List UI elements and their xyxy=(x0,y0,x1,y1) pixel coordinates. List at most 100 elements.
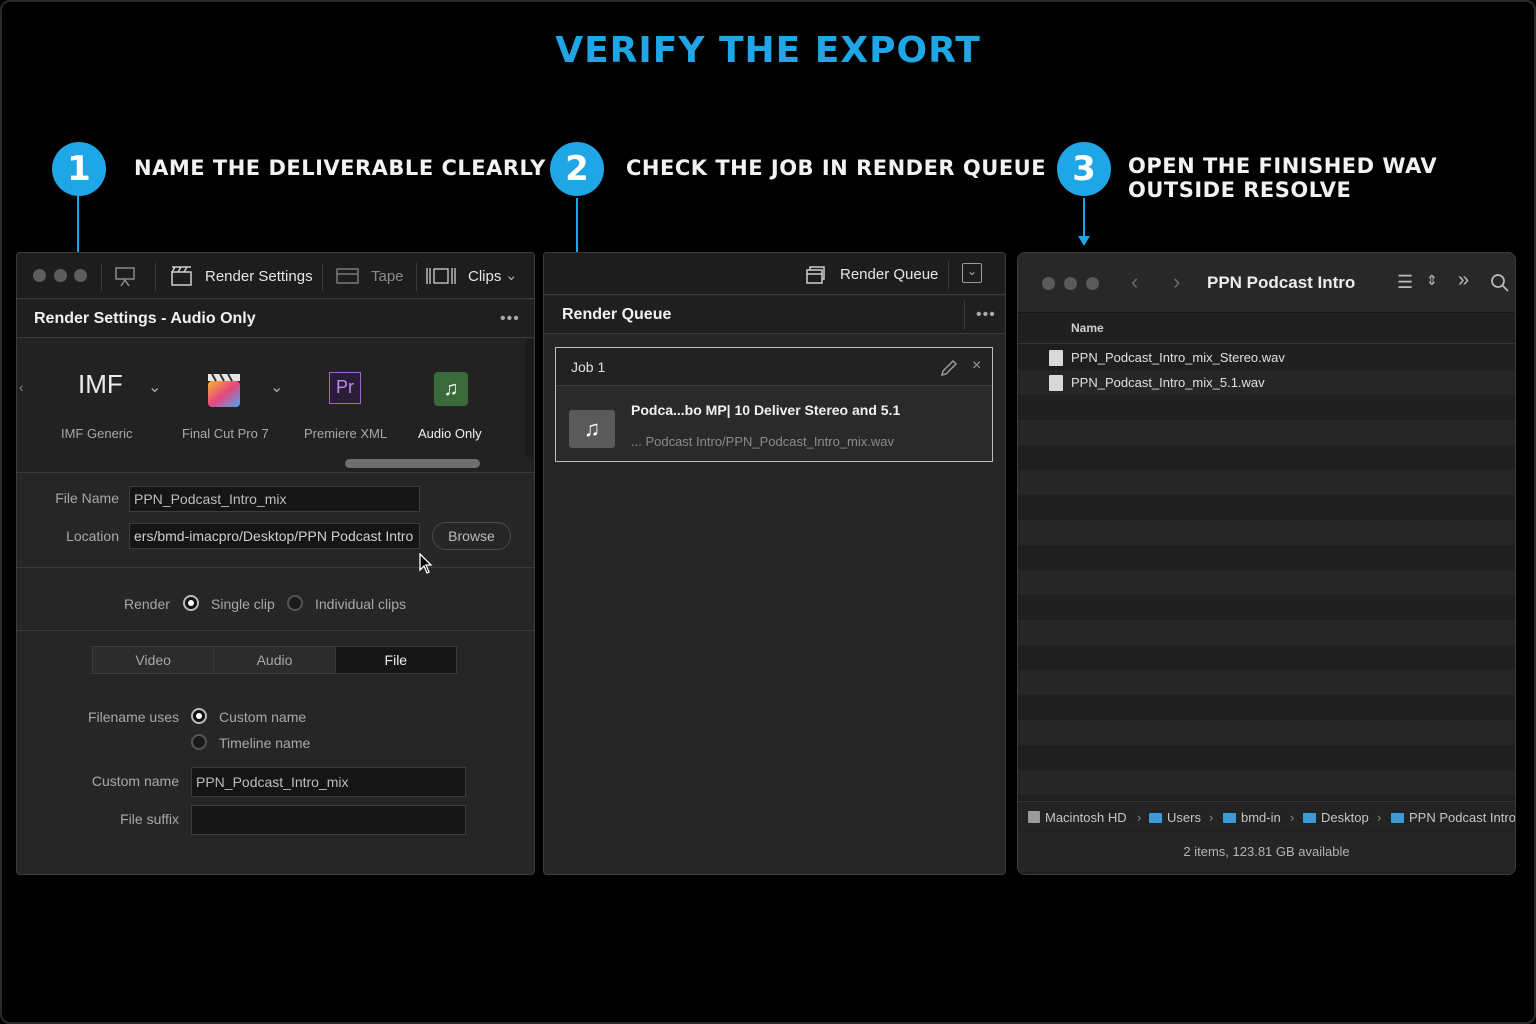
chevron-down-icon[interactable]: ⌄ xyxy=(270,377,283,397)
path-label: bmd-in xyxy=(1241,810,1281,825)
custom-name-option: Custom name xyxy=(219,709,307,725)
step-1-text: NAME THE DELIVERABLE CLEARLY xyxy=(134,156,546,180)
window-zoom-dot[interactable] xyxy=(1086,277,1099,290)
step-3-connector xyxy=(1083,198,1085,236)
path-item-desktop[interactable]: Desktop xyxy=(1303,810,1369,825)
path-bar: Macintosh HD › Users › bmd-in › Desktop … xyxy=(1018,801,1515,831)
name-column-header[interactable]: Name xyxy=(1071,321,1104,335)
timeline-name-option: Timeline name xyxy=(219,735,311,751)
preset-scroll-edge xyxy=(525,339,533,457)
file-suffix-field[interactable] xyxy=(191,805,466,835)
audio-only-icon[interactable]: ♫ xyxy=(434,372,468,406)
folder-icon xyxy=(1391,813,1404,823)
window-dot[interactable] xyxy=(33,269,46,282)
browse-button[interactable]: Browse xyxy=(432,522,511,550)
path-label: Desktop xyxy=(1321,810,1369,825)
search-icon[interactable] xyxy=(1490,273,1510,293)
single-clip-radio[interactable] xyxy=(183,595,199,611)
premiere-xml-icon[interactable]: Pr xyxy=(329,372,361,404)
more-toolbar-icon[interactable]: » xyxy=(1458,269,1469,292)
sort-chevrons-icon[interactable]: ⇕ xyxy=(1426,272,1438,289)
folder-icon xyxy=(1223,813,1236,823)
individual-clips-radio[interactable] xyxy=(287,595,303,611)
hard-drive-icon xyxy=(1028,811,1040,823)
step-2-badge: 2 xyxy=(550,142,604,196)
monitor-icon[interactable] xyxy=(114,266,138,288)
file-row[interactable]: PPN_Podcast_Intro_mix_5.1.wav xyxy=(1018,370,1515,395)
path-item-bmd-in[interactable]: bmd-in xyxy=(1223,810,1281,825)
window-close-dot[interactable] xyxy=(1042,277,1055,290)
path-item-macintosh-hd[interactable]: Macintosh HD xyxy=(1028,810,1127,825)
empty-row xyxy=(1018,470,1515,495)
preset-strip: ‹ IMF ⌄ IMF Generic ⌄ Final Cut Pro 7 Pr… xyxy=(17,339,534,473)
filename-uses-label: Filename uses xyxy=(87,709,179,725)
preset-scrollbar[interactable] xyxy=(345,459,480,468)
clips-icon[interactable] xyxy=(426,267,458,285)
render-queue-title: Render Queue xyxy=(562,306,672,323)
forward-icon[interactable]: › xyxy=(1173,269,1180,295)
close-icon[interactable]: × xyxy=(972,357,981,375)
window-dot[interactable] xyxy=(54,269,67,282)
tab-video[interactable]: Video xyxy=(93,647,215,673)
path-item-users[interactable]: Users xyxy=(1149,810,1201,825)
path-separator-icon: › xyxy=(1377,810,1382,825)
clips-tab[interactable]: Clips xyxy=(468,268,501,285)
empty-row xyxy=(1018,420,1515,445)
custom-name-label: Custom name xyxy=(91,773,179,789)
tab-audio[interactable]: Audio xyxy=(214,647,336,673)
status-bar: 2 items, 123.81 GB available xyxy=(1018,832,1515,872)
more-options-icon[interactable]: ••• xyxy=(500,310,520,328)
job-header: Job 1 × xyxy=(556,348,992,386)
preset-label-final-cut-pro-7: Final Cut Pro 7 xyxy=(182,426,269,441)
path-label: PPN Podcast Intro xyxy=(1409,810,1515,825)
path-item-ppn-podcast-intro[interactable]: PPN Podcast Intro xyxy=(1391,810,1515,825)
page-title: VERIFY THE EXPORT xyxy=(555,30,981,71)
edit-pencil-icon[interactable] xyxy=(940,359,958,377)
custom-name-field[interactable]: PPN_Podcast_Intro_mix xyxy=(191,767,466,797)
render-settings-tab[interactable]: Render Settings xyxy=(205,268,313,285)
divider xyxy=(17,630,534,631)
file-row[interactable]: PPN_Podcast_Intro_mix_Stereo.wav xyxy=(1018,345,1515,370)
step-3-badge: 3 xyxy=(1057,142,1111,196)
toolbar-divider xyxy=(101,263,102,291)
preset-imf[interactable]: IMF xyxy=(78,369,123,400)
preset-label-imf: IMF Generic xyxy=(61,426,133,441)
path-separator-icon: › xyxy=(1137,810,1142,825)
step-2-text: CHECK THE JOB IN RENDER QUEUE xyxy=(626,156,1047,180)
column-header: Name xyxy=(1018,314,1515,344)
toolbar-divider xyxy=(416,263,417,291)
audio-job-thumbnail-icon: ♫ xyxy=(569,410,615,448)
window-minimize-dot[interactable] xyxy=(1064,277,1077,290)
tape-icon[interactable] xyxy=(336,268,360,284)
chevron-down-icon[interactable]: ⌄ xyxy=(505,266,518,284)
render-queue-panel: Render Queue ⌄ Render Queue ••• Job 1 × … xyxy=(543,252,1006,875)
chevron-down-icon[interactable]: ⌄ xyxy=(148,377,161,397)
toolbar-divider xyxy=(322,263,323,291)
tab-file[interactable]: File xyxy=(335,647,456,673)
custom-name-radio[interactable] xyxy=(191,708,207,724)
clapper-icon[interactable] xyxy=(171,266,193,286)
list-view-icon[interactable]: ☰ xyxy=(1397,272,1413,293)
render-queue-header: Render Queue ••• xyxy=(544,296,1005,334)
empty-row xyxy=(1018,720,1515,745)
wav-file-icon xyxy=(1049,375,1063,391)
step-3-text-line1: OPEN THE FINISHED WAV xyxy=(1128,154,1438,178)
render-queue-tab[interactable]: Render Queue xyxy=(840,266,938,283)
wav-file-icon xyxy=(1049,350,1063,366)
timeline-name-radio[interactable] xyxy=(191,734,207,750)
back-icon[interactable]: ‹ xyxy=(1131,269,1138,295)
empty-row xyxy=(1018,770,1515,795)
render-job-card[interactable]: Job 1 × ♫ Podca...bo MP| 10 Deliver Ster… xyxy=(555,347,993,462)
finder-title: PPN Podcast Intro xyxy=(1207,273,1356,292)
collapse-icon[interactable]: ⌄ xyxy=(962,263,982,283)
more-options-icon[interactable]: ••• xyxy=(976,306,996,324)
scroll-left-icon[interactable]: ‹ xyxy=(19,379,24,395)
render-queue-icon[interactable] xyxy=(805,263,827,285)
file-suffix-label: File suffix xyxy=(120,811,179,827)
window-dot[interactable] xyxy=(74,269,87,282)
tape-tab[interactable]: Tape xyxy=(371,268,404,285)
file-name-field[interactable]: PPN_Podcast_Intro_mix xyxy=(129,486,420,512)
final-cut-pro-icon[interactable] xyxy=(206,371,244,409)
location-field[interactable]: ers/bmd-imacpro/Desktop/PPN Podcast Intr… xyxy=(129,523,420,549)
empty-row xyxy=(1018,695,1515,720)
